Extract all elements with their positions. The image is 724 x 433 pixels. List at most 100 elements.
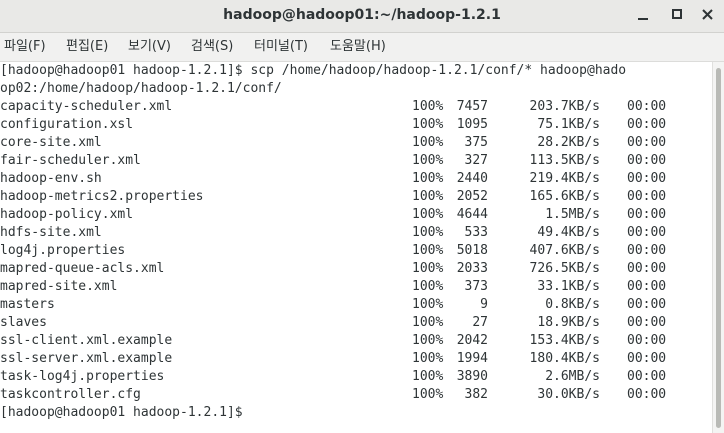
- transfer-time: 00:00: [627, 153, 667, 168]
- transfer-percent: 100%: [412, 297, 444, 312]
- command-line: [hadoop@hadoop01 hadoop-1.2.1]$ scp /hom…: [0, 63, 627, 78]
- transfer-rate: 180.4KB/s: [529, 351, 600, 366]
- transfer-percent: 100%: [412, 243, 444, 258]
- transfer-time: 00:00: [627, 369, 667, 384]
- menu-search[interactable]: 검색(S): [187, 33, 237, 61]
- transfer-percent: 100%: [412, 315, 444, 330]
- transfer-percent: 100%: [412, 261, 444, 276]
- transfer-rate: 0.8KB/s: [545, 297, 600, 312]
- transfer-time: 00:00: [627, 333, 667, 348]
- menu-terminal[interactable]: 터미널(T): [250, 33, 312, 61]
- file-size: 373: [464, 279, 488, 294]
- file-size: 533: [464, 225, 488, 240]
- title-bar[interactable]: hadoop@hadoop01:~/hadoop-1.2.1: [0, 0, 724, 33]
- transfer-time: 00:00: [627, 315, 667, 330]
- transfer-time: 00:00: [627, 117, 667, 132]
- transfer-row: slaves 100% 27 18.9KB/s 00:00: [0, 314, 666, 332]
- file-name: capacity-scheduler.xml: [0, 99, 173, 114]
- menu-file[interactable]: 파일(F): [0, 33, 50, 61]
- menu-edit[interactable]: 편집(E): [62, 33, 112, 61]
- file-size: 2042: [456, 333, 488, 348]
- transfer-percent: 100%: [412, 99, 444, 114]
- file-name: masters: [0, 297, 55, 312]
- file-size: 375: [464, 135, 488, 150]
- transfer-row: hadoop-metrics2.properties 100% 2052 165…: [0, 188, 666, 206]
- transfer-percent: 100%: [412, 279, 444, 294]
- file-name: task-log4j.properties: [0, 369, 165, 384]
- transfer-rate: 30.0KB/s: [537, 387, 600, 402]
- transfer-time: 00:00: [627, 171, 667, 186]
- transfer-row: taskcontroller.cfg 100% 382 30.0KB/s 00:…: [0, 386, 666, 404]
- transfer-time: 00:00: [627, 207, 667, 222]
- close-button[interactable]: [697, 4, 719, 26]
- file-name: ssl-client.xml.example: [0, 333, 173, 348]
- transfer-percent: 100%: [412, 207, 444, 222]
- minimize-icon: [638, 18, 648, 20]
- transfer-rate: 113.5KB/s: [529, 153, 600, 168]
- terminal-window: hadoop@hadoop01:~/hadoop-1.2.1 파일(F) 편집(…: [0, 0, 724, 433]
- file-size: 2033: [456, 261, 488, 276]
- shell-prompt[interactable]: [hadoop@hadoop01 hadoop-1.2.1]$: [0, 404, 250, 422]
- menu-view[interactable]: 보기(V): [124, 33, 175, 61]
- transfer-rate: 49.4KB/s: [537, 225, 600, 240]
- file-size: 2052: [456, 189, 488, 204]
- file-size: 5018: [456, 243, 488, 258]
- transfer-time: 00:00: [627, 225, 667, 240]
- transfer-percent: 100%: [412, 351, 444, 366]
- transfer-row: fair-scheduler.xml 100% 327 113.5KB/s 00…: [0, 152, 666, 170]
- file-size: 4644: [456, 207, 488, 222]
- transfer-row: core-site.xml 100% 375 28.2KB/s 00:00: [0, 134, 666, 152]
- file-size: 2440: [456, 171, 488, 186]
- transfer-rate: 153.4KB/s: [529, 333, 600, 348]
- transfer-row: ssl-server.xml.example 100% 1994 180.4KB…: [0, 350, 666, 368]
- file-name: mapred-queue-acls.xml: [0, 261, 165, 276]
- transfer-rate: 75.1KB/s: [537, 117, 600, 132]
- command-line-continued: op02:/home/hadoop/hadoop-1.2.1/conf/: [0, 81, 282, 96]
- transfer-row: capacity-scheduler.xml 100% 7457 203.7KB…: [0, 98, 666, 116]
- transfer-rate: 203.7KB/s: [529, 99, 600, 114]
- file-name: core-site.xml: [0, 135, 102, 150]
- file-size: 7457: [456, 99, 488, 114]
- file-size: 382: [464, 387, 488, 402]
- file-name: hadoop-metrics2.properties: [0, 189, 204, 204]
- menu-help[interactable]: 도움말(H): [326, 33, 390, 61]
- transfer-percent: 100%: [412, 117, 444, 132]
- terminal-output[interactable]: [hadoop@hadoop01 hadoop-1.2.1]$ scp /hom…: [0, 62, 712, 433]
- file-size: 1994: [456, 351, 488, 366]
- close-icon: [702, 9, 713, 20]
- transfer-percent: 100%: [412, 369, 444, 384]
- transfer-row: masters 100% 9 0.8KB/s 00:00: [0, 296, 666, 314]
- minimize-button[interactable]: [632, 4, 654, 26]
- file-name: taskcontroller.cfg: [0, 387, 141, 402]
- vertical-scrollbar[interactable]: [712, 62, 724, 433]
- transfer-row: mapred-site.xml 100% 373 33.1KB/s 00:00: [0, 278, 666, 296]
- transfer-rate: 407.6KB/s: [529, 243, 600, 258]
- file-name: hadoop-env.sh: [0, 171, 102, 186]
- maximize-button[interactable]: [666, 4, 688, 26]
- transfer-row: configuration.xsl 100% 1095 75.1KB/s 00:…: [0, 116, 666, 134]
- transfer-time: 00:00: [627, 297, 667, 312]
- transfer-time: 00:00: [627, 261, 667, 276]
- transfer-time: 00:00: [627, 243, 667, 258]
- transfer-row: log4j.properties 100% 5018 407.6KB/s 00:…: [0, 242, 666, 260]
- file-name: hdfs-site.xml: [0, 225, 102, 240]
- transfer-time: 00:00: [627, 189, 667, 204]
- transfer-row: hadoop-env.sh 100% 2440 219.4KB/s 00:00: [0, 170, 666, 188]
- transfer-row: hdfs-site.xml 100% 533 49.4KB/s 00:00: [0, 224, 666, 242]
- transfer-row: mapred-queue-acls.xml 100% 2033 726.5KB/…: [0, 260, 666, 278]
- transfer-rate: 1.5MB/s: [545, 207, 600, 222]
- maximize-icon: [672, 9, 682, 19]
- file-name: hadoop-policy.xml: [0, 207, 134, 222]
- transfer-rate: 726.5KB/s: [529, 261, 600, 276]
- scrollbar-thumb[interactable]: [716, 68, 721, 428]
- transfer-rate: 33.1KB/s: [537, 279, 600, 294]
- file-name: fair-scheduler.xml: [0, 153, 141, 168]
- transfer-percent: 100%: [412, 171, 444, 186]
- transfer-row: hadoop-policy.xml 100% 4644 1.5MB/s 00:0…: [0, 206, 666, 224]
- file-size: 1095: [456, 117, 488, 132]
- transfer-row: ssl-client.xml.example 100% 2042 153.4KB…: [0, 332, 666, 350]
- transfer-rate: 219.4KB/s: [529, 171, 600, 186]
- file-size: 327: [464, 153, 488, 168]
- file-name: configuration.xsl: [0, 117, 134, 132]
- transfer-percent: 100%: [412, 333, 444, 348]
